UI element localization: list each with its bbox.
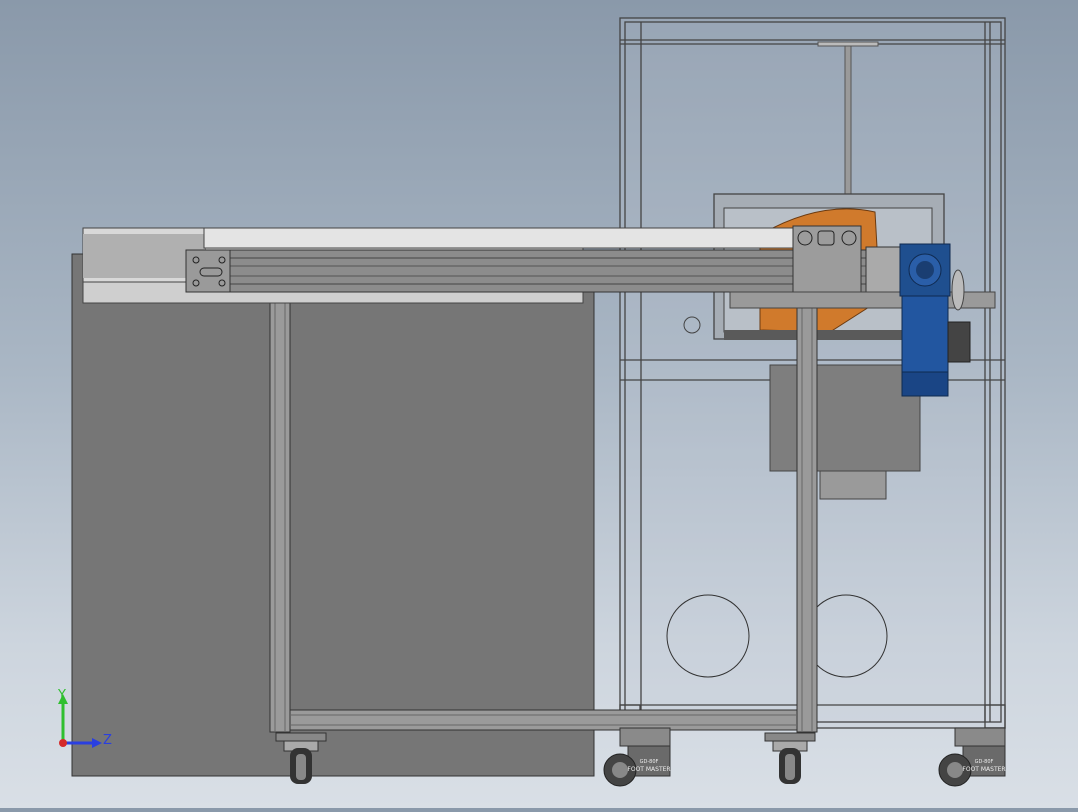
caster-brand-label: FOOT MASTER: [627, 766, 670, 773]
caster-center[interactable]: [764, 732, 816, 784]
caster-foot-master-right[interactable]: GD-80F FOOT MASTER: [938, 727, 1006, 787]
y-axis-label: Y: [57, 688, 66, 703]
machine-assembly-drawing: GD-80F FOOT MASTER GD-80F FOOT MASTER: [71, 17, 1006, 787]
caster-model-label: GD-80F: [975, 759, 994, 765]
left-sheet-panel: [71, 253, 595, 777]
coordinate-triad-icon[interactable]: Y Z: [50, 686, 120, 756]
caster-brand-label: FOOT MASTER: [962, 766, 1005, 773]
caster-foot-master-left[interactable]: GD-80F FOOT MASTER: [603, 727, 671, 787]
z-axis-label: Z: [103, 733, 112, 748]
cad-viewport[interactable]: GD-80F FOOT MASTER GD-80F FOOT MASTER: [0, 0, 1078, 808]
x-axis-icon: [59, 739, 67, 747]
caster-model-label: GD-80F: [640, 759, 659, 765]
